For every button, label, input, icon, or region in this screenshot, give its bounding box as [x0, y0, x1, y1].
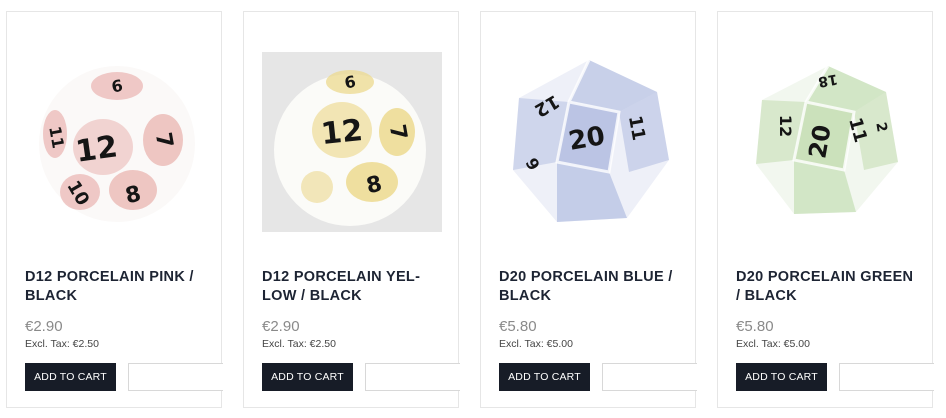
die-number: 11	[45, 125, 68, 150]
product-price: €2.90	[262, 318, 300, 335]
add-to-cart-button[interactable]: ADD TO CART	[736, 363, 827, 391]
die-number: 12	[319, 113, 364, 152]
product-card: 12 8 7 10 11 9 D12 PORCELAIN PINK / BLAC…	[6, 11, 223, 408]
product-title[interactable]: D20 PORCELAIN BLUE / BLACK	[499, 268, 684, 306]
quantity-input[interactable]	[128, 363, 223, 391]
die-number: 12	[776, 115, 795, 137]
die-number: 20	[803, 123, 836, 161]
product-image[interactable]: 20 11 12 18 2	[736, 52, 916, 232]
add-to-cart-button[interactable]: ADD TO CART	[262, 363, 353, 391]
product-card: 20 12 11 9 D20 PORCELAIN BLUE / BLACK €5…	[480, 11, 697, 408]
product-tax-note: Excl. Tax: €2.50	[262, 338, 336, 350]
product-tax-note: Excl. Tax: €5.00	[499, 338, 573, 350]
add-to-cart-button[interactable]: ADD TO CART	[499, 363, 590, 391]
product-tax-note: Excl. Tax: €2.50	[25, 338, 99, 350]
product-grid: 12 8 7 10 11 9 D12 PORCELAIN PINK / BLAC…	[0, 0, 946, 418]
product-title[interactable]: D20 PORCELAIN GREEN / BLACK	[736, 268, 921, 306]
product-title[interactable]: D12 PORCELAIN YEL-LOW / BLACK	[262, 268, 447, 306]
product-tax-note: Excl. Tax: €5.00	[736, 338, 810, 350]
quantity-input[interactable]	[365, 363, 460, 391]
product-card: 12 8 7 9 D12 PORCELAIN YEL-LOW / BLACK €…	[243, 11, 460, 408]
product-price: €2.90	[25, 318, 63, 335]
d12-pink-die-image: 12 8 7 10 11 9	[25, 52, 205, 232]
add-to-cart-button[interactable]: ADD TO CART	[25, 363, 116, 391]
product-image[interactable]: 12 8 7 10 11 9	[25, 52, 205, 232]
product-card: 20 11 12 18 2 D20 PORCELAIN GREEN / BLAC…	[717, 11, 934, 408]
die-number: 11	[624, 114, 649, 142]
d20-green-die-image: 20 11 12 18 2	[736, 52, 916, 232]
product-image[interactable]: 20 12 11 9	[499, 52, 679, 232]
die-number: 12	[74, 129, 120, 169]
die-number: 20	[566, 121, 607, 157]
product-image[interactable]: 12 8 7 9	[262, 52, 442, 232]
d12-yellow-die-image: 12 8 7 9	[262, 52, 442, 232]
product-title[interactable]: D12 PORCELAIN PINK / BLACK	[25, 268, 210, 306]
quantity-input[interactable]	[602, 363, 697, 391]
quantity-input[interactable]	[839, 363, 934, 391]
d20-blue-die-image: 20 12 11 9	[499, 52, 679, 232]
product-price: €5.80	[736, 318, 774, 335]
product-price: €5.80	[499, 318, 537, 335]
die-number: 18	[817, 70, 839, 89]
